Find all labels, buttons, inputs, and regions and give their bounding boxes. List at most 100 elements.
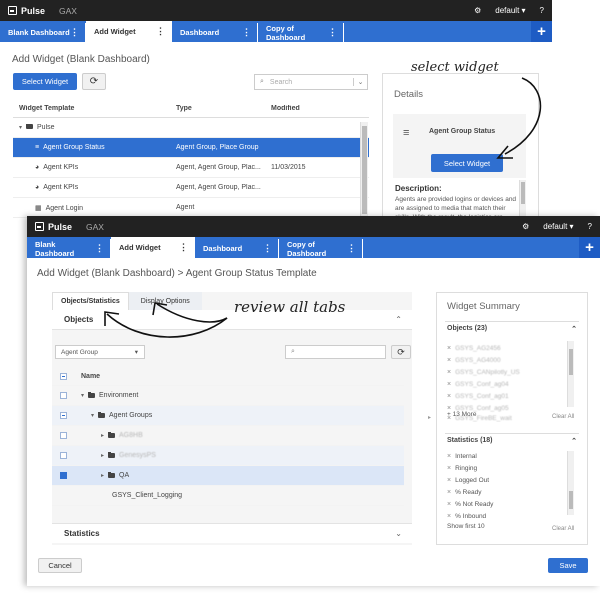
- objects-count-header[interactable]: Objects (23) ⌃: [447, 325, 577, 333]
- tab-copy-of-dashboard[interactable]: Copy of Dashboard ⋮: [279, 239, 363, 258]
- add-tab-button[interactable]: +: [579, 237, 600, 258]
- chevron-up-icon[interactable]: ⌃: [395, 315, 402, 324]
- remove-icon[interactable]: ×: [447, 381, 451, 388]
- row-checkbox[interactable]: [60, 432, 67, 439]
- object-tree: Name ▾ Environment ▾ Agent Groups ▸ AG8HB ▸…: [52, 368, 404, 506]
- remove-icon[interactable]: ×: [447, 453, 451, 460]
- tab-add-widget[interactable]: Add Widget ⋮: [111, 237, 195, 258]
- chevron-down-icon[interactable]: ⌄: [353, 78, 367, 86]
- table-scrollbar[interactable]: [360, 122, 368, 218]
- gear-icon[interactable]: ⚙: [522, 222, 529, 231]
- remove-icon[interactable]: ×: [447, 357, 451, 364]
- remove-icon[interactable]: ×: [447, 465, 451, 472]
- refresh-icon: ⟳: [397, 346, 405, 357]
- remove-icon[interactable]: ×: [447, 393, 451, 400]
- scroll-thumb[interactable]: [569, 491, 573, 509]
- tree-row[interactable]: GSYS_Client_Logging: [52, 486, 404, 506]
- gax-link[interactable]: GAX: [86, 222, 104, 232]
- help-button[interactable]: ?: [588, 222, 592, 231]
- show-first-link[interactable]: Show first 10: [447, 523, 485, 530]
- caret-down-icon: ▾: [521, 6, 526, 15]
- chevron-down-icon[interactable]: ⌄: [395, 529, 402, 538]
- pulse-logo[interactable]: Pulse: [8, 6, 45, 16]
- more-vert-icon: ⋮: [242, 27, 251, 37]
- chevron-down-icon: ▾: [19, 125, 23, 131]
- tree-header: Name: [52, 368, 404, 386]
- cancel-button[interactable]: Cancel: [38, 558, 82, 573]
- tree-row[interactable]: ▸ GenesysPS: [52, 446, 404, 466]
- object-search[interactable]: ⌕: [285, 345, 386, 359]
- gax-link[interactable]: GAX: [59, 6, 77, 16]
- more-vert-icon: ⋮: [328, 27, 337, 37]
- gear-icon[interactable]: ⚙: [474, 6, 481, 15]
- clear-all-stats[interactable]: Clear All: [552, 526, 574, 532]
- table-row[interactable]: ◕ Agent KPIs Agent, Agent Group, Plac... …: [13, 158, 369, 178]
- details-heading: Details: [394, 89, 424, 100]
- scroll-thumb[interactable]: [362, 126, 367, 214]
- chevron-down-icon: ▾: [81, 393, 85, 399]
- caret-down-icon: ▾: [569, 222, 574, 231]
- user-menu[interactable]: default ▾: [495, 6, 525, 15]
- folder-icon: [98, 411, 106, 418]
- col-type[interactable]: Type: [170, 105, 265, 112]
- tree-row[interactable]: ▸ AG8HB: [52, 426, 404, 446]
- row-checkbox-checked[interactable]: [60, 472, 67, 479]
- stats-scrollbar[interactable]: [567, 451, 574, 515]
- remove-icon[interactable]: ×: [447, 369, 451, 376]
- user-menu[interactable]: default ▾: [543, 222, 573, 231]
- chevron-up-icon: ⌃: [571, 438, 577, 445]
- scroll-thumb[interactable]: [521, 182, 525, 204]
- remove-icon[interactable]: ×: [447, 501, 451, 508]
- remove-icon[interactable]: ×: [447, 477, 451, 484]
- pulse-logo-icon: [8, 6, 17, 15]
- tab-dashboard[interactable]: Dashboard ⋮: [172, 23, 258, 42]
- folder-icon: [108, 451, 116, 458]
- tree-row[interactable]: ▾ Environment: [52, 386, 404, 406]
- tab-add-widget[interactable]: Add Widget ⋮: [86, 21, 172, 42]
- remove-icon[interactable]: ×: [447, 513, 451, 520]
- row-checkbox[interactable]: [60, 392, 67, 399]
- more-vert-icon: ⋮: [179, 242, 188, 252]
- table-row-selected[interactable]: ≡ Agent Group Status Agent Group, Place G…: [13, 138, 369, 158]
- plus-icon: +: [537, 23, 546, 40]
- objects-scrollbar[interactable]: [567, 341, 574, 407]
- tree-row[interactable]: ▾ Agent Groups: [52, 406, 404, 426]
- table-row[interactable]: ◕ Agent KPIs Agent, Agent Group, Plac...: [13, 178, 369, 198]
- summary-heading: Widget Summary: [447, 301, 520, 312]
- scroll-thumb[interactable]: [569, 349, 573, 375]
- remove-icon[interactable]: ×: [447, 489, 451, 496]
- splitter-handle[interactable]: ▸: [428, 412, 433, 421]
- annotation-review-tabs: review all tabs: [234, 298, 346, 316]
- remove-icon[interactable]: ×: [447, 345, 451, 352]
- clear-all-objects[interactable]: Clear All: [552, 414, 574, 420]
- add-tab-button[interactable]: +: [531, 21, 552, 42]
- statistics-count-header[interactable]: Statistics (18) ⌃: [447, 437, 577, 445]
- front-tab-bar: Blank Dashboard ⋮ Add Widget ⋮ Dashboard ⋮ …: [27, 237, 600, 258]
- pulse-logo[interactable]: Pulse: [35, 222, 72, 232]
- select-widget-button[interactable]: Select Widget: [13, 73, 77, 90]
- tab-blank-dashboard[interactable]: Blank Dashboard ⋮: [27, 239, 111, 258]
- select-all-checkbox[interactable]: [60, 373, 67, 380]
- row-checkbox[interactable]: [60, 452, 67, 459]
- col-widget-template[interactable]: Widget Template: [13, 105, 170, 112]
- tab-dashboard[interactable]: Dashboard ⋮: [195, 239, 279, 258]
- save-button[interactable]: Save: [548, 558, 588, 573]
- tab-blank-dashboard[interactable]: Blank Dashboard ⋮: [0, 23, 86, 42]
- tree-row-selected[interactable]: ▸ QA: [52, 466, 404, 486]
- widget-search[interactable]: ⌕ Search ⌄: [254, 74, 368, 90]
- table-row[interactable]: ▾ Pulse: [13, 118, 369, 138]
- tab-copy-of-dashboard[interactable]: Copy of Dashboard ⋮: [258, 23, 344, 42]
- back-top-bar: Pulse GAX ⚙ default ▾ ?: [0, 0, 552, 21]
- front-top-bar: Pulse GAX ⚙ default ▾ ?: [27, 216, 600, 237]
- row-checkbox[interactable]: [60, 412, 67, 419]
- pie-icon: ◕: [35, 184, 40, 191]
- table-row[interactable]: ▦ Agent Login Agent: [13, 198, 369, 218]
- col-modified[interactable]: Modified: [265, 105, 355, 112]
- help-button[interactable]: ?: [540, 6, 544, 15]
- objects-more-link[interactable]: + 13 More: [447, 411, 476, 418]
- refresh-button[interactable]: ⟳: [82, 73, 106, 90]
- statistics-section-header[interactable]: Statistics ⌄: [52, 523, 412, 543]
- chevron-down-icon: ▾: [91, 413, 95, 419]
- chevron-right-icon: ▸: [101, 433, 105, 439]
- object-refresh-button[interactable]: ⟳: [391, 345, 411, 359]
